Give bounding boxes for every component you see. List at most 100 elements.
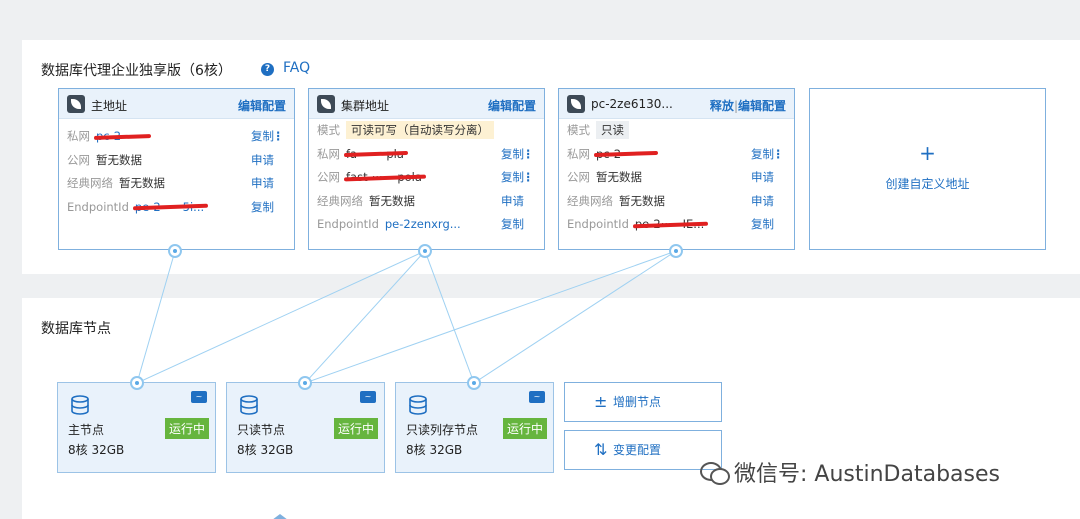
database-icon [240,395,258,415]
faq-link[interactable]: FAQ [283,60,310,76]
copy-link[interactable]: 复制 [501,213,524,237]
apply-link[interactable]: 申请 [751,166,774,190]
row-private: 私网 pc-2······· 复制 ⋮ [67,125,286,149]
card-title: pc-2ze6130... [591,97,673,111]
endpoint-id: pe-2zenxrg... [384,217,461,231]
more-menu-icon[interactable]: ⋮ [273,125,285,149]
connector-dot [168,244,182,258]
apply-link[interactable]: 申请 [251,149,274,173]
connector-dot [467,376,481,390]
monitor-icon[interactable]: ~ [191,391,207,403]
card-title: 主地址 [91,99,128,113]
copy-link[interactable]: 复制 [251,196,274,220]
watermark-text: 微信号: AustinDatabases [734,462,1000,487]
plus-minus-icon: ± [594,392,608,411]
proxy-panel: 数据库代理企业独享版（6核） ? FAQ 主地址 编辑配置 私网 pc-2····… [22,40,1080,274]
row-key: 公网 [567,170,590,184]
node-spec: 8核 32GB [406,443,463,457]
button-label: 变更配置 [613,443,662,457]
row-endpoint: EndpointId pe-2zenxrg... 复制 [317,213,536,237]
plus-icon: + [919,141,936,165]
private-address: pc-2········· [596,143,654,167]
node-card-readonly[interactable]: ~ 只读节点 8核 32GB 运行中 [226,382,385,473]
row-key: 模式 [317,123,340,137]
status-badge: 运行中 [333,418,378,439]
row-value: 暂无数据 [619,193,665,208]
monitor-icon[interactable]: ~ [360,391,376,403]
edit-config-link[interactable]: 编辑配置 [738,99,786,113]
row-mode: 模式 只读 [567,119,786,143]
private-address: pc-2······· [96,125,147,149]
edit-config-link[interactable]: 编辑配置 [238,97,286,114]
polardb-logo-icon [67,95,85,113]
connector-dot [130,376,144,390]
question-icon: ? [261,63,274,76]
node-name: 只读节点 [237,423,286,437]
apply-link[interactable]: 申请 [501,190,524,214]
swap-arrows-icon: ⇅ [594,440,608,459]
row-classic: 经典网络 暂无数据 申请 [317,190,536,214]
more-menu-icon[interactable]: ⋮ [773,143,785,167]
copy-link[interactable]: 复制 [251,125,274,149]
row-key: 经典网络 [67,176,113,190]
nodes-title: 数据库节点 [41,321,111,337]
caret-icon [272,514,288,519]
mode-tag: 可读可写（自动读写分离） [346,121,494,139]
row-key: 私网 [67,129,90,143]
change-config-button[interactable]: ⇅ 变更配置 [564,430,722,470]
row-key: 公网 [317,170,340,184]
node-card-columnstore[interactable]: ~ 只读列存节点 8核 32GB 运行中 [395,382,554,473]
monitor-icon[interactable]: ~ [529,391,545,403]
private-address: fa········pla [346,143,404,167]
row-key: 私网 [567,146,590,161]
row-value: 暂无数据 [96,152,142,167]
more-menu-icon[interactable]: ⋮ [523,166,535,190]
endpoint-id: pe-2······5i... [135,196,204,220]
row-key: EndpointId [567,217,629,231]
row-key: EndpointId [67,199,129,214]
row-public: 公网 fast-·······pola 复制 ⋮ [317,166,536,190]
public-address: fast-·······pola [346,166,422,190]
card-header: 集群地址 编辑配置 [309,89,544,119]
apply-link[interactable]: 申请 [751,190,774,214]
row-key: 公网 [67,152,90,167]
row-public: 公网 暂无数据 申请 [67,149,286,173]
polardb-logo-icon [317,95,335,113]
row-classic: 经典网络 暂无数据 申请 [567,190,786,214]
row-endpoint: EndpointId pe-2······IE... 复制 [567,213,786,237]
apply-link[interactable]: 申请 [251,172,274,196]
connector-dot [298,376,312,390]
database-icon [71,395,89,415]
row-key: 经典网络 [317,193,363,208]
node-name: 主节点 [68,423,105,437]
mode-tag: 只读 [596,121,629,139]
row-endpoint: EndpointId pe-2······5i... 复制 [67,196,286,220]
row-key: 模式 [567,123,590,137]
row-key: 私网 [317,146,340,161]
node-spec: 8核 32GB [68,443,125,457]
add-remove-node-button[interactable]: ± 增删节点 [564,382,722,422]
node-card-primary[interactable]: ~ 主节点 8核 32GB 运行中 [57,382,216,473]
status-badge: 运行中 [164,418,209,439]
proxy-title: 数据库代理企业独享版（6核） [41,63,232,79]
card-header: pc-2ze6130... 释放|编辑配置 [559,89,794,119]
copy-link[interactable]: 复制 [501,166,524,190]
copy-link[interactable]: 复制 [751,143,774,167]
node-name: 只读列存节点 [406,423,479,437]
more-menu-icon[interactable]: ⋮ [523,143,535,167]
copy-link[interactable]: 复制 [501,143,524,167]
create-custom-address-label: 创建自定义地址 [885,177,970,191]
polardb-logo-icon [567,95,585,113]
row-private: 私网 fa········pla 复制 ⋮ [317,143,536,167]
button-label: 增删节点 [613,395,662,409]
database-icon [409,395,427,415]
row-value: 暂无数据 [369,193,415,208]
endpoint-card-cluster: 集群地址 编辑配置 模式 可读可写（自动读写分离） 私网 fa········pla… [308,88,545,250]
edit-config-link[interactable]: 编辑配置 [488,97,536,114]
endpoint-card-readonly: pc-2ze6130... 释放|编辑配置 模式 只读 私网 pc-2·······… [558,88,795,250]
row-private: 私网 pc-2········· 复制 ⋮ [567,143,786,167]
row-classic: 经典网络 暂无数据 申请 [67,172,286,196]
release-link[interactable]: 释放 [710,99,734,113]
create-custom-address-card[interactable]: + 创建自定义地址 [809,88,1046,250]
copy-link[interactable]: 复制 [751,213,774,237]
